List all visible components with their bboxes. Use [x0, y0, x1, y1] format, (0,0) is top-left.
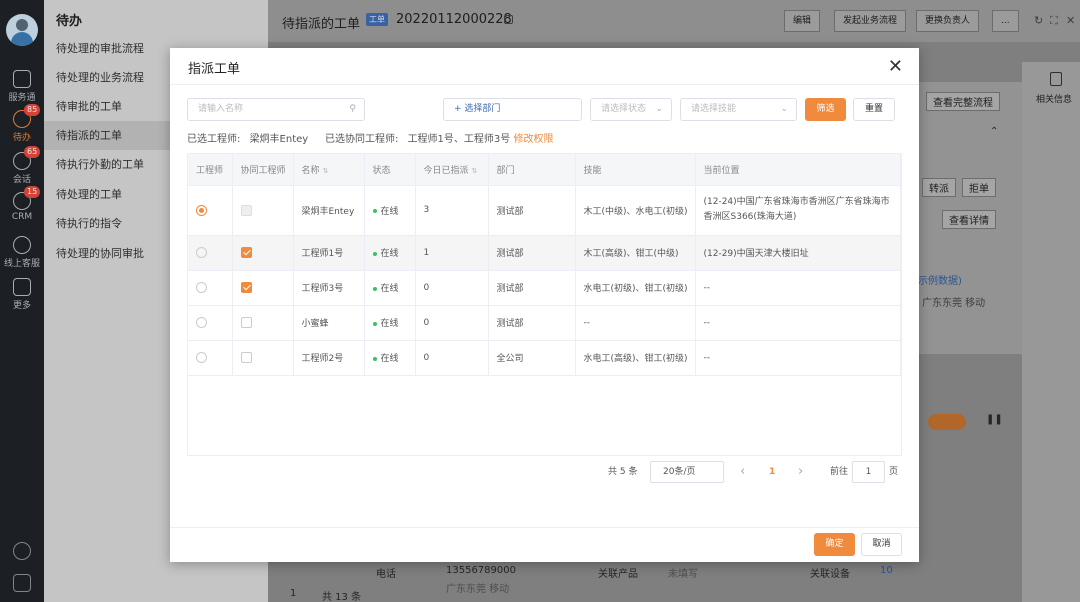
divider	[170, 84, 919, 85]
engineer-radio[interactable]	[196, 282, 207, 293]
table-row[interactable]: 工程师2号 在线 0 全公司 水电工(高级)、钳工(初级) --	[188, 340, 901, 376]
co-engineer-checkbox[interactable]	[240, 352, 252, 363]
dialog-title: 指派工单	[188, 62, 241, 77]
cell-skill: 水电工(高级)、钳工(初级)	[575, 340, 696, 376]
engineer-radio[interactable]	[196, 317, 207, 328]
cell-location: (12-29)中国天津大楼旧址	[695, 235, 901, 271]
name-search-input[interactable]: 请输入名称 ⚲	[187, 98, 365, 121]
prev-page-button[interactable]: ‹	[740, 461, 745, 483]
status-select[interactable]: 请选择状态 ⌄	[590, 98, 672, 121]
page-suffix: 页	[889, 467, 899, 477]
col-status: 状态	[364, 154, 416, 186]
online-dot	[372, 251, 377, 256]
cell-name: 工程师1号	[293, 235, 365, 271]
sort-icon[interactable]: ⇅	[472, 167, 478, 175]
cell-skill: 木工(中级)、水电工(初级)	[575, 185, 696, 236]
selected-co-engineers: 已选协同工程师: 工程师1号、工程师3号 修改权限	[325, 134, 554, 145]
online-dot	[372, 321, 377, 326]
engineer-radio[interactable]	[196, 352, 207, 363]
engineer-radio[interactable]	[196, 247, 207, 258]
cell-dept: 全公司	[488, 340, 576, 376]
table-row[interactable]: 工程师1号 在线 1 测试部 木工(高级)、钳工(中级) (12-29)中国天津…	[188, 235, 901, 271]
search-icon: ⚲	[349, 104, 356, 114]
next-page-button[interactable]: ›	[798, 461, 803, 483]
reset-button[interactable]: 重置	[853, 98, 895, 121]
table-row[interactable]: 工程师3号 在线 0 测试部 水电工(初级)、钳工(初级) --	[188, 270, 901, 306]
cell-name: 工程师3号	[293, 270, 365, 306]
cell-name: 小蜜蜂	[293, 305, 365, 341]
co-engineer-checkbox[interactable]	[240, 282, 252, 293]
cell-dept: 测试部	[488, 185, 576, 236]
cell-assigned: 0	[415, 270, 489, 306]
confirm-button[interactable]: 确定	[814, 533, 855, 556]
cell-skill: 水电工(初级)、钳工(初级)	[575, 270, 696, 306]
department-select[interactable]: + 选择部门	[443, 98, 582, 121]
cell-dept: 测试部	[488, 235, 576, 271]
assign-order-dialog: 指派工单 ✕ 请输入名称 ⚲ + 选择部门 请选择状态 ⌄ 请选择技能 ⌄ 筛选…	[170, 48, 919, 562]
cell-dept: 测试部	[488, 305, 576, 341]
col-assigned[interactable]: 今日已指派 ⇅	[415, 154, 489, 186]
co-engineer-checkbox	[240, 204, 252, 216]
cell-location: --	[695, 305, 901, 341]
divider	[170, 527, 919, 528]
cell-location: --	[695, 340, 901, 376]
online-dot	[372, 209, 377, 213]
total-count: 共 5 条	[608, 467, 638, 477]
cancel-button[interactable]: 取消	[861, 533, 902, 556]
selected-engineer: 已选工程师: 梁炯丰Entey	[187, 134, 309, 145]
cell-assigned: 3	[415, 185, 489, 236]
goto-page-input[interactable]: 1	[852, 461, 885, 483]
cell-status: 在线	[364, 235, 416, 271]
page-size-select[interactable]: 20条/页	[650, 461, 724, 483]
cell-skill: --	[575, 305, 696, 341]
close-icon[interactable]: ✕	[888, 56, 903, 77]
cell-status: 在线	[364, 305, 416, 341]
cell-name: 工程师2号	[293, 340, 365, 376]
engineer-table: 工程师 协同工程师 名称 ⇅ 状态 今日已指派 ⇅ 部门 技能 当前位置 梁炯丰En…	[187, 153, 902, 456]
online-dot	[372, 356, 377, 361]
chevron-down-icon: ⌄	[655, 104, 663, 114]
cell-assigned: 0	[415, 305, 489, 341]
chevron-down-icon: ⌄	[780, 104, 788, 114]
col-location: 当前位置	[695, 154, 901, 186]
cell-assigned: 1	[415, 235, 489, 271]
cell-location: (12-24)中国广东省珠海市香洲区广东省珠海市香洲区S366(珠海大道)	[695, 185, 901, 236]
cell-status: 在线	[364, 340, 416, 376]
col-engineer: 工程师	[188, 154, 233, 186]
co-engineer-checkbox[interactable]	[240, 247, 252, 258]
cell-name: 梁炯丰Entey	[293, 185, 365, 236]
cell-status: 在线	[364, 185, 416, 236]
cell-assigned: 0	[415, 340, 489, 376]
modify-permission-link[interactable]: 修改权限	[513, 134, 553, 145]
goto-label: 前往	[830, 467, 849, 477]
col-skill: 技能	[575, 154, 696, 186]
engineer-radio[interactable]	[196, 204, 207, 216]
col-name[interactable]: 名称 ⇅	[293, 154, 365, 186]
col-dept: 部门	[488, 154, 576, 186]
online-dot	[372, 286, 377, 291]
page-1-button[interactable]: 1	[769, 461, 775, 483]
table-row[interactable]: 梁炯丰Entey 在线 3 测试部 木工(中级)、水电工(初级) (12-24)…	[188, 185, 901, 236]
cell-location: --	[695, 270, 901, 306]
cell-status: 在线	[364, 270, 416, 306]
co-engineer-checkbox[interactable]	[240, 317, 252, 328]
table-row[interactable]: 小蜜蜂 在线 0 测试部 -- --	[188, 305, 901, 341]
cell-skill: 木工(高级)、钳工(中级)	[575, 235, 696, 271]
cell-dept: 测试部	[488, 270, 576, 306]
filter-button[interactable]: 筛选	[805, 98, 846, 121]
col-co-engineer: 协同工程师	[232, 154, 294, 186]
sort-icon[interactable]: ⇅	[323, 167, 329, 175]
skill-select[interactable]: 请选择技能 ⌄	[680, 98, 797, 121]
table-header-row: 工程师 协同工程师 名称 ⇅ 状态 今日已指派 ⇅ 部门 技能 当前位置	[188, 154, 901, 186]
